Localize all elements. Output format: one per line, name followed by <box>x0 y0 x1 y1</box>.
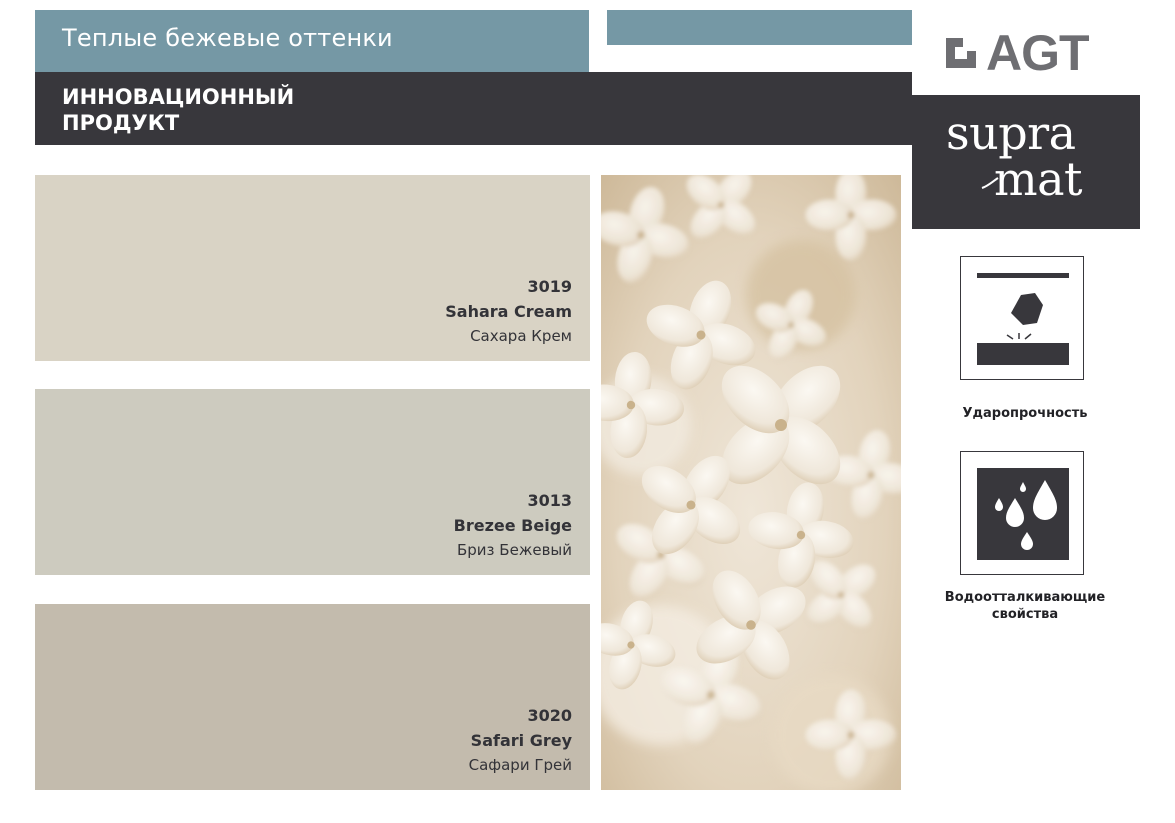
supramat-swash-icon <box>981 177 999 189</box>
supramat-logo-line2: mat <box>994 152 1083 206</box>
color-swatch-3020: 3020 Safari Grey Сафари Грей <box>35 604 590 790</box>
water-repellent-icon <box>977 468 1069 560</box>
swatch-code: 3013 <box>527 491 572 510</box>
impact-resistance-label: Ударопрочность <box>962 406 1088 421</box>
hydrangea-photo <box>601 175 901 790</box>
swatch-label: 3013 Brezee Beige Бриз Бежевый <box>454 488 572 563</box>
header-accent-bar <box>607 10 912 45</box>
swatch-name: Sahara Cream <box>445 302 572 321</box>
swatch-label: 3019 Sahara Cream Сахара Крем <box>445 274 572 349</box>
agt-logo-text: AGT <box>986 25 1090 81</box>
color-swatch-3013: 3013 Brezee Beige Бриз Бежевый <box>35 389 590 575</box>
swatch-code: 3019 <box>527 277 572 296</box>
page-subtitle: ИННОВАЦИОННЫЙ ПРОДУКТ <box>62 85 295 135</box>
swatch-name: Brezee Beige <box>453 516 572 535</box>
swatch-name-ru: Сахара Крем <box>470 327 572 345</box>
color-swatch-3019: 3019 Sahara Cream Сахара Крем <box>35 175 590 361</box>
impact-resistance-badge <box>960 256 1084 380</box>
water-repellent-label: Водоотталкивающие свойства <box>944 590 1106 622</box>
supramat-logo-line1: supra <box>946 106 1076 160</box>
page-title: Теплые бежевые оттенки <box>62 24 393 52</box>
swatch-name-ru: Сафари Грей <box>468 756 572 774</box>
agt-square-icon <box>946 38 976 68</box>
swatch-name-ru: Бриз Бежевый <box>457 541 572 559</box>
swatch-code: 3020 <box>527 706 572 725</box>
impact-resistance-icon <box>977 273 1069 365</box>
swatch-label: 3020 Safari Grey Сафари Грей <box>469 703 572 778</box>
agt-logo: AGT <box>946 25 1090 81</box>
swatch-name: Safari Grey <box>470 731 572 750</box>
water-repellent-badge <box>960 451 1084 575</box>
hydrangea-photo-image <box>601 175 901 790</box>
